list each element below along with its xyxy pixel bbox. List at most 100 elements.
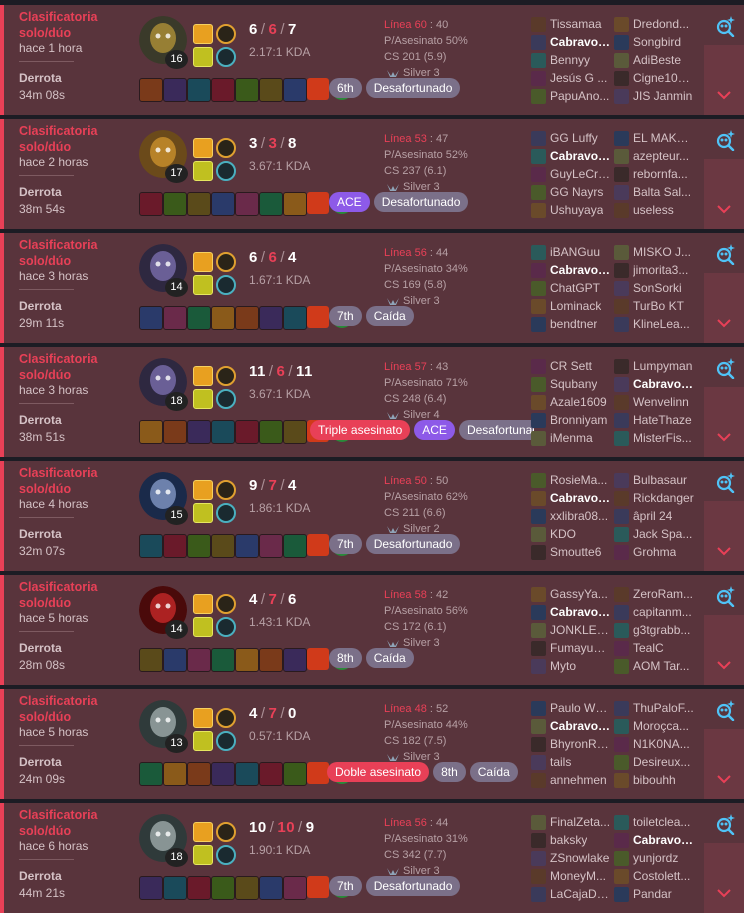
ai-analysis-button[interactable] [704,575,744,615]
trinket-icon[interactable] [307,762,329,784]
player-name[interactable]: Cabravol... [550,263,611,277]
item-slot-icon[interactable] [235,876,259,900]
item-slot-icon[interactable] [139,648,163,672]
item-slot-icon[interactable] [283,534,307,558]
player-name[interactable]: ThuPaloF... [633,701,694,715]
player-name[interactable]: yunjordz [633,851,678,865]
red-team-player[interactable]: HateThaze [614,411,694,429]
secondary-rune-icon[interactable] [216,275,236,295]
blue-team-player[interactable]: Fumayusi... [531,639,611,657]
blue-team-player[interactable]: Azale1609 [531,393,611,411]
item-slot-icon[interactable] [259,876,283,900]
red-team-player[interactable]: Lumpyman [614,357,694,375]
red-team-player[interactable]: Bulbasaur [614,471,694,489]
summoner-spell-ghost-icon[interactable] [193,47,213,67]
item-slot-icon[interactable] [187,192,211,216]
player-name[interactable]: Cabravol... [550,605,611,619]
item-slot-icon[interactable] [187,78,211,102]
ai-analysis-button[interactable] [704,461,744,501]
keystone-rune-icon[interactable] [216,252,236,272]
player-name[interactable]: Cabravol... [633,833,694,847]
item-slot-icon[interactable] [187,306,211,330]
player-name[interactable]: MisterFis... [633,431,692,445]
keystone-rune-icon[interactable] [216,24,236,44]
red-team-player[interactable]: toiletclea... [614,813,694,831]
item-slot-icon[interactable] [163,648,187,672]
item-slot-icon[interactable] [283,192,307,216]
summoner-spell-ghost-icon[interactable] [193,503,213,523]
player-name[interactable]: rebornfa... [633,167,688,181]
red-team-player[interactable]: KlineLea... [614,315,694,333]
red-team-player[interactable]: Cabravol... [614,375,694,393]
item-slot-icon[interactable] [163,876,187,900]
blue-team-player[interactable]: JONKLER... [531,621,611,639]
red-team-player[interactable]: yunjordz [614,849,694,867]
match-card[interactable]: Clasificatoria solo/dúo hace 5 horas Der… [0,575,744,685]
player-name[interactable]: MoneyM... [550,869,606,883]
expand-details-button[interactable] [704,273,744,343]
player-name[interactable]: capitanm... [633,605,692,619]
player-name[interactable]: Cabravol... [633,377,694,391]
summoner-spell-ghost-icon[interactable] [193,845,213,865]
blue-team-player[interactable]: GG Nayrs [531,183,611,201]
item-slot-icon[interactable] [283,762,307,786]
item-slot-icon[interactable] [211,420,235,444]
player-name[interactable]: xxlibra08... [550,509,608,523]
player-name[interactable]: Bulbasaur [633,473,687,487]
summoner-spell-ghost-icon[interactable] [193,617,213,637]
red-team-player[interactable]: MISKO J... [614,243,694,261]
player-name[interactable]: tails [550,755,571,769]
player-name[interactable]: LaCajaDo... [550,887,611,901]
trinket-icon[interactable] [307,648,329,670]
keystone-rune-icon[interactable] [216,594,236,614]
item-slot-icon[interactable] [235,78,259,102]
player-name[interactable]: KDO [550,527,576,541]
expand-details-button[interactable] [704,159,744,229]
player-name[interactable]: MISKO J... [633,245,691,259]
item-slot-icon[interactable] [283,306,307,330]
red-team-player[interactable]: bibouhh [614,771,694,789]
player-name[interactable]: iMenma [550,431,593,445]
item-slot-icon[interactable] [163,420,187,444]
summoner-spell-flash-icon[interactable] [193,138,213,158]
summoner-spell-ghost-icon[interactable] [193,161,213,181]
player-name[interactable]: N1K0NA... [633,737,690,751]
red-team-player[interactable]: âpril 24 [614,507,694,525]
player-name[interactable]: annehmen [550,773,607,787]
player-name[interactable]: Costolett... [633,869,690,883]
item-slot-icon[interactable] [259,192,283,216]
expand-details-button[interactable] [704,615,744,685]
red-team-player[interactable]: JIS Janmin [614,87,694,105]
expand-details-button[interactable] [704,729,744,799]
blue-team-player[interactable]: CR Sett [531,357,611,375]
blue-team-player[interactable]: Cabravol... [531,261,611,279]
player-name[interactable]: Cabravol... [550,491,611,505]
item-slot-icon[interactable] [259,648,283,672]
player-name[interactable]: HateThaze [633,413,692,427]
keystone-rune-icon[interactable] [216,480,236,500]
red-team-player[interactable]: TurBo KT [614,297,694,315]
player-name[interactable]: Cigne100... [633,71,694,85]
player-name[interactable]: Moroçca... [633,719,689,733]
item-slot-icon[interactable] [187,762,211,786]
summoner-spell-flash-icon[interactable] [193,822,213,842]
blue-team-player[interactable]: FinalZeta... [531,813,611,831]
item-slot-icon[interactable] [235,762,259,786]
player-name[interactable]: Pandar [633,887,672,901]
player-name[interactable]: bendtner [550,317,597,331]
player-name[interactable]: EL MAKE... [633,131,694,145]
blue-team-player[interactable]: tails [531,753,611,771]
player-name[interactable]: bibouhh [633,773,676,787]
blue-team-player[interactable]: Squbany [531,375,611,393]
player-name[interactable]: JIS Janmin [633,89,692,103]
player-name[interactable]: Bennyy [550,53,590,67]
player-name[interactable]: Myto [550,659,576,673]
match-card[interactable]: Clasificatoria solo/dúo hace 4 horas Der… [0,461,744,571]
player-name[interactable]: ZeroRam... [633,587,693,601]
blue-team-player[interactable]: MoneyM... [531,867,611,885]
blue-team-player[interactable]: annehmen [531,771,611,789]
player-name[interactable]: GG Luffy [550,131,598,145]
player-name[interactable]: KlineLea... [633,317,690,331]
item-slot-icon[interactable] [283,78,307,102]
item-slot-icon[interactable] [259,78,283,102]
